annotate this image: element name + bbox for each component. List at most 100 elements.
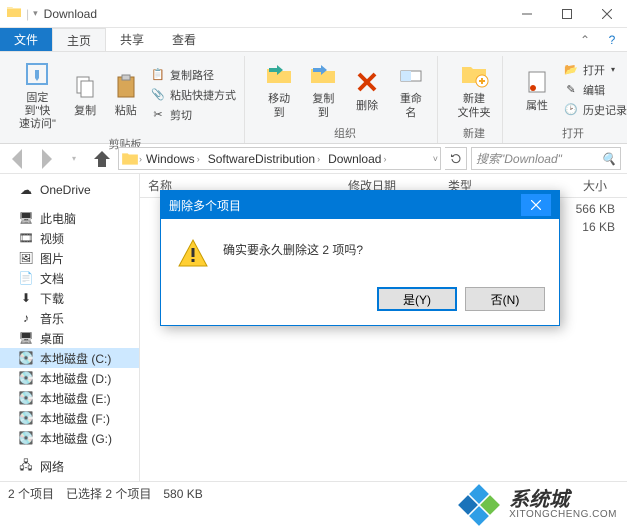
file-row-size: 16 KB [576,220,615,238]
tab-home[interactable]: 主页 [52,28,106,51]
nav-back-button[interactable] [6,147,30,171]
nav-pictures[interactable]: 🖼图片 [0,248,139,268]
nav-disk-d[interactable]: 💽本地磁盘 (D:) [0,368,139,388]
breadcrumb[interactable]: › Windows› SoftwareDistribution› Downloa… [118,147,441,170]
delete-x-icon [351,66,383,98]
properties-button[interactable]: 属性 [517,56,557,123]
drive-icon: 💽 [18,430,34,446]
tab-view[interactable]: 查看 [158,28,210,51]
watermark-url: XITONGCHENG.COM [509,510,617,520]
nav-disk-f[interactable]: 💽本地磁盘 (F:) [0,408,139,428]
nav-pane: ☁OneDrive 🖥此电脑 🎞视频 🖼图片 📄文档 ⬇下载 ♪音乐 🖥桌面 💽… [0,174,140,484]
qat-divider: | [26,7,29,21]
nav-forward-button[interactable] [34,147,58,171]
watermark-name: 系统城 [509,490,617,510]
desktop-icon: 🖥 [18,330,34,346]
group-label-new: 新建 [463,123,485,143]
edit-button[interactable]: ✎编辑 [561,81,627,99]
shortcut-icon: 📎 [150,87,166,103]
drive-icon: 💽 [18,410,34,426]
video-icon: 🎞 [18,230,34,246]
pin-quick-access-button[interactable]: 固定到"快 速访问" [12,56,63,134]
nav-disk-c[interactable]: 💽本地磁盘 (C:) [0,348,139,368]
copy-icon [69,71,101,103]
tab-file[interactable]: 文件 [0,28,52,51]
breadcrumb-seg[interactable]: Windows› [142,152,204,166]
close-button[interactable] [587,0,627,28]
nav-videos[interactable]: 🎞视频 [0,228,139,248]
history-button[interactable]: 🕑历史记录 [561,101,627,119]
dialog-title: 删除多个项目 [169,197,241,214]
drive-icon: 💽 [18,390,34,406]
ribbon-group-open: 属性 📂打开▾ ✎编辑 🕑历史记录 打开 [511,56,627,143]
status-selected: 已选择 2 个项目 [66,485,151,502]
ribbon-collapse-icon[interactable]: ⌃ [573,28,597,51]
nav-downloads[interactable]: ⬇下载 [0,288,139,308]
drive-icon: 💽 [18,370,34,386]
nav-documents[interactable]: 📄文档 [0,268,139,288]
breadcrumb-seg[interactable]: SoftwareDistribution› [204,152,324,166]
network-icon: 🖧 [18,458,34,474]
group-label-open: 打开 [562,123,584,143]
ribbon: 固定到"快 速访问" 复制 粘贴 📋复制路径 📎粘贴快捷方式 ✂剪切 剪贴板 移… [0,52,627,144]
search-input[interactable]: 搜索"Download" 🔍 [471,147,621,170]
cut-button[interactable]: ✂剪切 [148,106,238,124]
history-icon: 🕑 [563,102,579,118]
nav-thispc[interactable]: 🖥此电脑 [0,208,139,228]
breadcrumb-dropdown-icon[interactable]: ˅ [433,154,438,164]
breadcrumb-seg[interactable]: Download› [324,152,390,166]
copy-button[interactable]: 复制 [67,56,104,134]
tab-share[interactable]: 共享 [106,28,158,51]
open-button[interactable]: 📂打开▾ [561,61,627,79]
dialog-no-button[interactable]: 否(N) [465,287,545,311]
copy-to-button[interactable]: 复制到 [303,56,343,123]
watermark-logo-icon [455,485,503,525]
ribbon-group-organize: 移动到 复制到 删除 重命名 组织 [253,56,438,143]
pin-icon [21,58,53,90]
group-label-organize: 组织 [334,123,356,143]
ribbon-tabs: 文件 主页 共享 查看 ⌃ ? [0,28,627,52]
nav-music[interactable]: ♪音乐 [0,308,139,328]
copy-to-icon [307,59,339,91]
copy-path-icon: 📋 [150,67,166,83]
properties-icon [521,66,553,98]
refresh-button[interactable] [445,147,467,170]
nav-up-button[interactable] [90,147,114,171]
music-icon: ♪ [18,310,34,326]
document-icon: 📄 [18,270,34,286]
minimize-button[interactable] [507,0,547,28]
nav-disk-e[interactable]: 💽本地磁盘 (E:) [0,388,139,408]
move-to-icon [263,59,295,91]
title-bar: | ▾ Download [0,0,627,28]
delete-button[interactable]: 删除 [348,56,387,123]
nav-disk-g[interactable]: 💽本地磁盘 (G:) [0,428,139,448]
dialog-title-bar[interactable]: 删除多个项目 [161,191,559,219]
picture-icon: 🖼 [18,250,34,266]
search-placeholder: 搜索"Download" [476,150,562,167]
nav-desktop[interactable]: 🖥桌面 [0,328,139,348]
paste-button[interactable]: 粘贴 [107,56,144,134]
confirm-delete-dialog: 删除多个项目 确实要永久删除这 2 项吗? 是(Y) 否(N) [160,190,560,326]
pc-icon: 🖥 [18,210,34,226]
move-to-button[interactable]: 移动到 [259,56,299,123]
nav-network[interactable]: 🖧网络 [0,456,139,476]
status-size: 580 KB [163,487,202,501]
rename-button[interactable]: 重命名 [391,56,431,123]
edit-icon: ✎ [563,82,579,98]
help-icon[interactable]: ? [597,28,627,51]
file-rows: 566 KB 16 KB [576,202,615,238]
drive-icon: 💽 [18,350,34,366]
dialog-close-button[interactable] [521,194,551,216]
download-icon: ⬇ [18,290,34,306]
file-row-size: 566 KB [576,202,615,220]
ribbon-group-new: 新建 文件夹 新建 [446,56,503,143]
new-folder-icon [458,59,490,91]
maximize-button[interactable] [547,0,587,28]
paste-shortcut-button[interactable]: 📎粘贴快捷方式 [148,86,238,104]
new-folder-button[interactable]: 新建 文件夹 [452,56,496,123]
dialog-yes-button[interactable]: 是(Y) [377,287,457,311]
copy-path-button[interactable]: 📋复制路径 [148,66,238,84]
nav-onedrive[interactable]: ☁OneDrive [0,180,139,200]
nav-recent-icon[interactable]: ▾ [62,147,86,171]
cloud-icon: ☁ [18,182,34,198]
